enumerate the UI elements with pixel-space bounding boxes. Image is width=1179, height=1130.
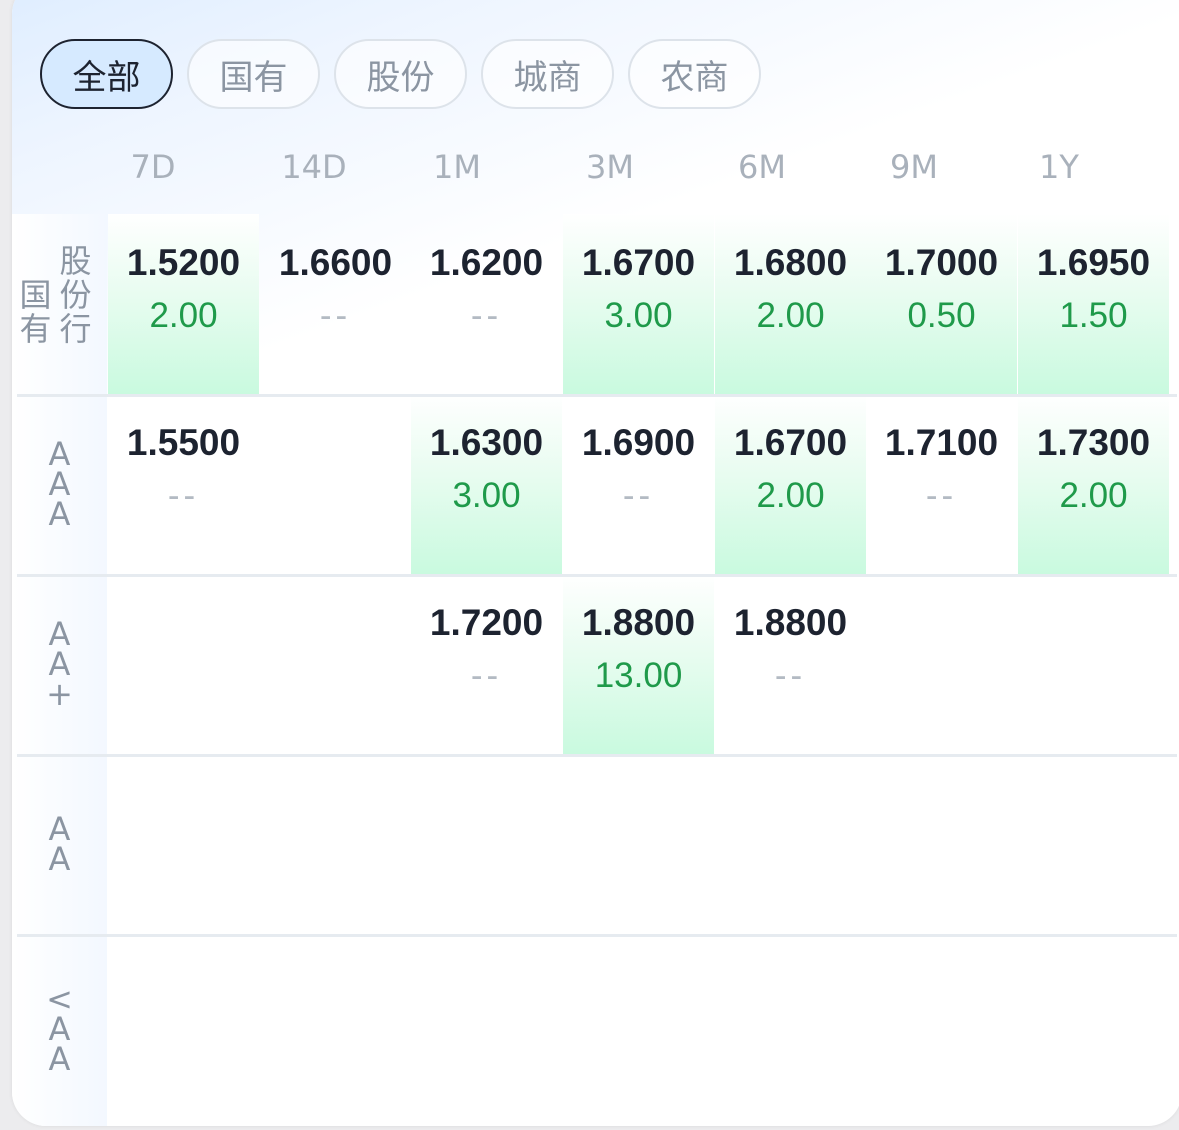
volume-value: -- — [622, 476, 655, 515]
row-label-below-aa: < A A — [12, 934, 107, 1124]
rate-cell-r0-14d[interactable]: 1.6600 -- — [260, 214, 411, 394]
rate-value: 1.5500 — [126, 422, 241, 463]
volume-value: 0.50 — [907, 296, 976, 335]
volume-value: 2.00 — [1059, 476, 1128, 515]
filter-pill-all[interactable]: 全部 — [40, 39, 173, 109]
rate-cell-r1-3m[interactable]: 1.6900 -- — [563, 394, 714, 574]
row-label-char: 份 — [59, 276, 92, 314]
rate-cell-r0-3m[interactable]: 1.6700 3.00 — [563, 214, 714, 394]
volume-value: -- — [470, 296, 503, 335]
tenor-header-7d[interactable]: 7D — [77, 148, 229, 186]
rate-value: 1.6300 — [429, 422, 544, 463]
rate-value: 1.6800 — [733, 242, 848, 283]
rate-cell-r1-6m[interactable]: 1.6700 2.00 — [715, 394, 866, 574]
rate-cell-r0-7d[interactable]: 1.5200 2.00 — [108, 214, 259, 394]
filter-pill-city-commercial[interactable]: 城商 — [481, 39, 614, 109]
tenor-header-6m[interactable]: 6M — [686, 148, 838, 186]
rate-card: 全部 国有 股份 城商 农商 7D 14D 1M 3M 6M 9M 1Y 国 有… — [12, 0, 1179, 1126]
volume-value: -- — [925, 476, 958, 515]
rate-value: 1.7000 — [884, 242, 999, 283]
row-label-char: A — [48, 840, 71, 878]
volume-value: 3.00 — [452, 476, 521, 515]
row-label-char: A — [48, 1040, 71, 1078]
filter-pill-rural-commercial[interactable]: 农商 — [628, 39, 761, 109]
row-label-char: 行 — [59, 310, 92, 348]
row-divider — [17, 394, 1177, 397]
volume-value: -- — [319, 296, 352, 335]
row-label-aa-plus: A A + — [12, 574, 107, 754]
row-label-aa: A A — [12, 754, 107, 934]
rate-value: 1.6600 — [278, 242, 393, 283]
rate-value: 1.8800 — [733, 602, 848, 643]
volume-value: -- — [470, 656, 503, 695]
row-label-char: 国 — [19, 276, 52, 314]
row-label-char: 有 — [19, 310, 52, 348]
filter-pill-state-owned[interactable]: 国有 — [187, 39, 320, 109]
rate-cell-r1-1m[interactable]: 1.6300 3.00 — [411, 394, 562, 574]
tenor-header-1y[interactable]: 1Y — [983, 148, 1135, 186]
rate-cell-r2-1m[interactable]: 1.7200 -- — [411, 574, 562, 754]
tenor-header-3m[interactable]: 3M — [534, 148, 686, 186]
volume-value: 2.00 — [149, 296, 218, 335]
rate-cell-r0-1y[interactable]: 1.6950 1.50 — [1018, 214, 1169, 394]
rate-value: 1.7200 — [429, 602, 544, 643]
rate-value: 1.7100 — [884, 422, 999, 463]
row-divider — [17, 574, 1177, 577]
rate-cell-r2-6m[interactable]: 1.8800 -- — [715, 574, 866, 754]
tenor-header-1m[interactable]: 1M — [381, 148, 533, 186]
tenor-header-14d[interactable]: 14D — [238, 148, 390, 186]
tenor-header-9m[interactable]: 9M — [838, 148, 990, 186]
rate-value: 1.6700 — [733, 422, 848, 463]
rate-value: 1.6700 — [581, 242, 696, 283]
volume-value: 2.00 — [756, 476, 825, 515]
rate-cell-r1-1y[interactable]: 1.7300 2.00 — [1018, 394, 1169, 574]
row-label-char: + — [46, 675, 73, 713]
rate-value: 1.6950 — [1036, 242, 1151, 283]
row-label-aaa: A A A — [12, 394, 107, 574]
row-divider — [17, 934, 1177, 937]
row-divider — [17, 754, 1177, 757]
rate-cell-r0-6m[interactable]: 1.6800 2.00 — [715, 214, 866, 394]
rate-value: 1.5200 — [126, 242, 241, 283]
rate-value: 1.7300 — [1036, 422, 1151, 463]
rate-value: 1.6200 — [429, 242, 544, 283]
row-label-char: A — [48, 495, 71, 533]
volume-value: -- — [774, 656, 807, 695]
rate-cell-r2-3m[interactable]: 1.8800 13.00 — [563, 574, 714, 754]
volume-value: -- — [167, 476, 200, 515]
rate-value: 1.6900 — [581, 422, 696, 463]
volume-value: 13.00 — [594, 656, 683, 695]
volume-value: 2.00 — [756, 296, 825, 335]
rate-cell-r0-1m[interactable]: 1.6200 -- — [411, 214, 562, 394]
row-label-state-joint-stock: 国 有 股 份 行 — [12, 214, 107, 394]
volume-value: 3.00 — [604, 296, 673, 335]
rate-cell-r1-9m[interactable]: 1.7100 -- — [866, 394, 1017, 574]
volume-value: 1.50 — [1059, 296, 1128, 335]
row-label-char: 股 — [59, 242, 92, 280]
rate-value: 1.8800 — [581, 602, 696, 643]
rate-cell-r1-7d[interactable]: 1.5500 -- — [108, 394, 259, 574]
filter-pill-joint-stock[interactable]: 股份 — [334, 39, 467, 109]
rate-cell-r0-9m[interactable]: 1.7000 0.50 — [866, 214, 1017, 394]
